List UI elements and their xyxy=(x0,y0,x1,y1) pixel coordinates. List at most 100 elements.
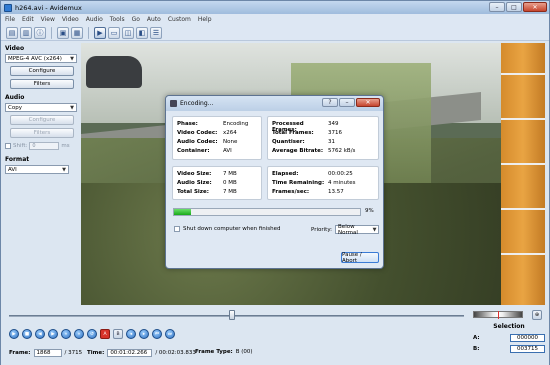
menu-view[interactable]: View xyxy=(41,16,55,23)
mixed-view-icon[interactable]: ☰ xyxy=(150,26,162,39)
frame-input[interactable]: 1868 xyxy=(33,349,62,357)
player-controls-area: ▶ ■ ◀ ▶ « » ↺ A B ◂ ▸ ⏮ ⏭ Frame: 1868 / … xyxy=(1,305,549,365)
progress-percent: 9% xyxy=(365,208,374,214)
playback-icon[interactable]: ▶ xyxy=(94,26,106,39)
encoding-stats-panel: Processed Frames: 349 Total Frames: 3716 Q… xyxy=(267,116,379,160)
close-button[interactable]: ✕ xyxy=(523,2,547,12)
video-codec-label: Video Codec: xyxy=(177,130,218,136)
video-configure-button[interactable]: Configure xyxy=(10,66,74,76)
prev-frame-icon[interactable]: ◀ xyxy=(35,329,45,339)
shift-row: Shift: 0 ms xyxy=(5,142,81,150)
menu-help[interactable]: Help xyxy=(198,16,212,23)
menu-auto[interactable]: Auto xyxy=(147,16,161,23)
play-icon[interactable]: ▶ xyxy=(9,329,19,339)
timeline-thumb[interactable] xyxy=(229,310,235,320)
app-window: h264.avi - Avidemux – □ ✕ File Edit View… xyxy=(0,0,550,365)
side-by-side-icon[interactable]: ◧ xyxy=(136,26,148,39)
output-view-icon[interactable]: ◫ xyxy=(122,26,134,39)
total-frames-value: 3716 xyxy=(328,130,342,136)
menu-go[interactable]: Go xyxy=(132,16,140,23)
marker-b-label: B: xyxy=(473,346,480,352)
codec-info-panel: Phase: Encoding Video Codec: x264 Audio Co… xyxy=(172,116,262,160)
preview-icon[interactable]: ▣ xyxy=(57,26,69,39)
audio-section-label: Audio xyxy=(5,94,25,101)
dialog-title: Encoding... xyxy=(180,100,214,107)
video-section-label: Video xyxy=(5,45,25,52)
format-select[interactable]: AVI ▼ xyxy=(5,165,69,174)
video-size-value: 7 MB xyxy=(223,171,237,177)
time-total: / 00:02:03.833 xyxy=(155,350,196,356)
next-black-icon[interactable]: ▸ xyxy=(139,329,149,339)
dialog-close-button[interactable]: ✕ xyxy=(356,98,380,107)
chevron-down-icon: ▼ xyxy=(70,104,74,111)
elapsed-value: 00:00:25 xyxy=(328,171,353,177)
video-wall xyxy=(501,43,545,305)
menu-video[interactable]: Video xyxy=(62,16,79,23)
next-frame-icon[interactable]: ▶ xyxy=(48,329,58,339)
stop-icon[interactable]: ■ xyxy=(22,329,32,339)
marker-a-label: A: xyxy=(473,335,480,341)
marker-b-field[interactable]: 003715 xyxy=(510,345,545,353)
audio-codec-label: Audio Codec: xyxy=(177,139,218,145)
priority-select[interactable]: Below Normal ▼ xyxy=(335,224,380,236)
priority-label: Priority: xyxy=(311,226,333,233)
menu-tools[interactable]: Tools xyxy=(110,16,125,23)
pause-abort-button[interactable]: Pause / Abort xyxy=(341,252,379,264)
shutdown-checkbox[interactable] xyxy=(174,226,180,232)
selection-panel: Selection A: 000000 B: 003715 xyxy=(473,323,545,353)
app-icon xyxy=(4,3,12,12)
frame-type-label: Frame Type: xyxy=(195,349,233,355)
output-icon[interactable]: ▦ xyxy=(71,26,83,39)
set-marker-b-icon[interactable]: B xyxy=(113,329,123,339)
marker-a-field[interactable]: 000000 xyxy=(510,334,545,342)
audio-codec-value: Copy xyxy=(8,104,22,111)
set-marker-a-icon[interactable]: A xyxy=(100,329,110,339)
frame-status: Frame: 1868 / 3715 xyxy=(9,349,82,357)
priority-row: Priority: Below Normal ▼ xyxy=(311,224,380,236)
input-view-icon[interactable]: ▭ xyxy=(108,26,120,39)
audio-configure-button[interactable]: Configure xyxy=(10,115,74,125)
zoom-icon[interactable]: ⊕ xyxy=(532,310,542,320)
shutdown-row: Shut down computer when finished xyxy=(174,226,281,232)
time-input[interactable]: 00:01:02.266 xyxy=(107,349,153,357)
video-codec-select[interactable]: MPEG-4 AVC (x264) ▼ xyxy=(5,54,77,63)
dialog-help-button[interactable]: ? xyxy=(322,98,338,107)
chevron-down-icon: ▼ xyxy=(62,166,66,173)
total-size-label: Total Size: xyxy=(177,189,209,195)
audio-codec-select[interactable]: Copy ▼ xyxy=(5,103,77,112)
dialog-minimize-button[interactable]: – xyxy=(339,98,355,107)
minimize-button[interactable]: – xyxy=(489,2,505,12)
time-label: Time: xyxy=(87,350,105,356)
time-status: Time: 00:01:02.266 / 00:02:03.833 xyxy=(87,349,196,357)
prev-black-icon[interactable]: ◂ xyxy=(126,329,136,339)
menu-custom[interactable]: Custom xyxy=(168,16,191,23)
menu-audio[interactable]: Audio xyxy=(86,16,103,23)
rewind-icon[interactable]: ↺ xyxy=(87,329,97,339)
menu-file[interactable]: File xyxy=(5,16,15,23)
first-frame-icon[interactable]: ⏮ xyxy=(152,329,162,339)
last-frame-icon[interactable]: ⏭ xyxy=(165,329,175,339)
audio-filters-button[interactable]: Filters xyxy=(10,128,74,138)
open-icon[interactable]: ▤ xyxy=(6,26,18,39)
video-filters-button[interactable]: Filters xyxy=(10,79,74,89)
maximize-button[interactable]: □ xyxy=(506,2,522,12)
menu-edit[interactable]: Edit xyxy=(22,16,34,23)
save-icon[interactable]: ▥ xyxy=(20,26,32,39)
jog-shuttle[interactable] xyxy=(473,311,523,319)
phase-value: Encoding xyxy=(223,121,249,127)
timeline-slider[interactable] xyxy=(9,315,464,317)
time-remaining-label: Time Remaining: xyxy=(272,180,325,186)
container-info: AVI xyxy=(223,148,232,154)
info-icon[interactable]: ⓘ xyxy=(34,26,46,39)
format-value: AVI xyxy=(8,166,17,173)
progress-bar xyxy=(173,208,361,216)
shift-checkbox[interactable] xyxy=(5,143,11,149)
next-keyframe-icon[interactable]: » xyxy=(74,329,84,339)
dialog-icon xyxy=(170,100,177,107)
size-info-panel: Video Size: 7 MB Audio Size: 0 MB Total Si… xyxy=(172,166,262,200)
shift-input[interactable]: 0 xyxy=(29,142,60,150)
frame-type-value: B (00) xyxy=(235,349,253,355)
prev-keyframe-icon[interactable]: « xyxy=(61,329,71,339)
shutdown-label: Shut down computer when finished xyxy=(183,226,281,232)
playback-controls: ▶ ■ ◀ ▶ « » ↺ A B ◂ ▸ ⏮ ⏭ xyxy=(9,329,175,339)
